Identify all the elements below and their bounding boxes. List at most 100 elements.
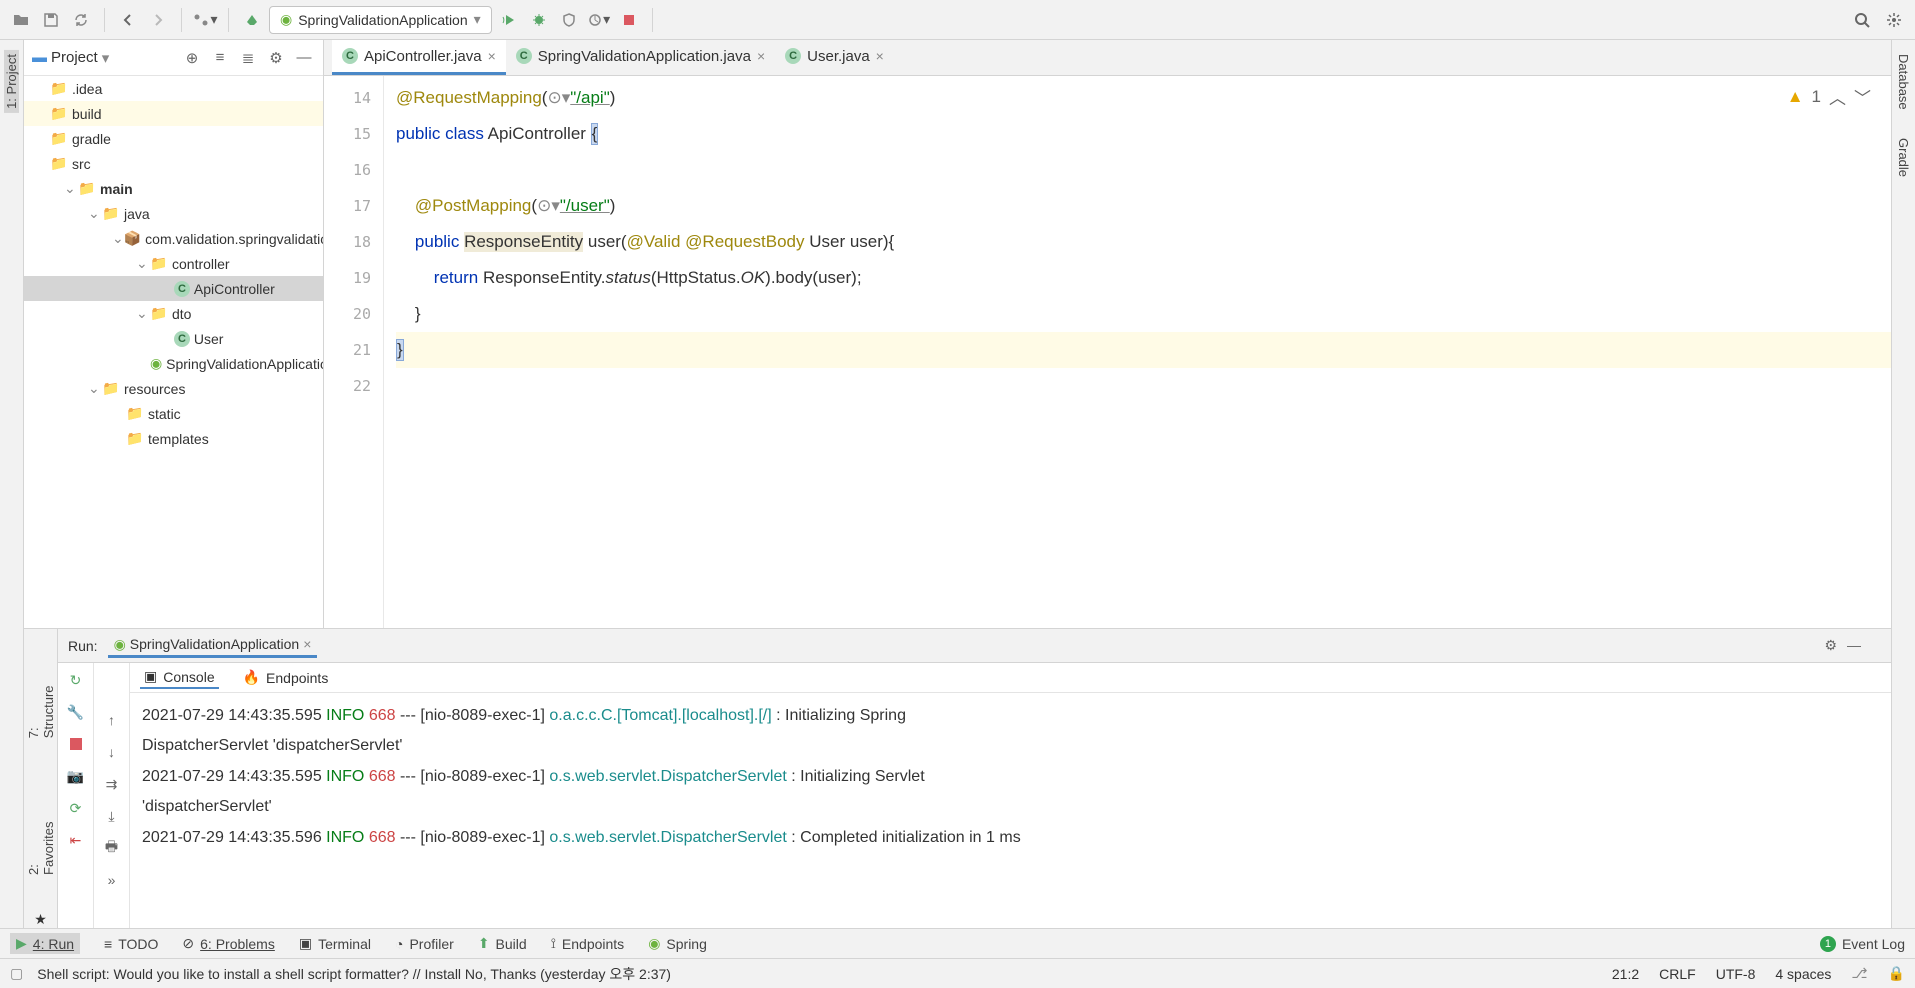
build-tool-button[interactable]: ⬆Build [478,935,527,952]
chevron-down-icon[interactable]: ▾ [102,49,110,67]
left-tool-strip-lower: 7: Structure 2: Favorites ★ [24,629,58,928]
back-icon[interactable] [115,7,141,33]
gradle-tool-button[interactable]: Gradle [1896,134,1911,181]
close-icon[interactable]: × [488,48,496,64]
sync-icon[interactable] [68,7,94,33]
indent-label[interactable]: 4 spaces [1775,966,1831,982]
locate-icon[interactable]: ⊕ [181,47,203,69]
line-number: 18 [324,224,383,260]
console-tab[interactable]: ▣Console [140,666,219,689]
forward-icon[interactable] [145,7,171,33]
stop-icon[interactable] [65,733,87,755]
tree-node-static[interactable]: 📁static [24,401,323,426]
close-icon[interactable]: × [303,636,311,652]
stop-icon[interactable] [616,7,642,33]
line-separator[interactable]: CRLF [1659,966,1696,982]
scroll-end-icon[interactable]: ⤓ [101,805,123,827]
file-encoding[interactable]: UTF-8 [1716,966,1756,982]
main-toolbar: ▾ ◉ SpringValidationApplication ▾ ▾ [0,0,1915,40]
up-icon[interactable]: ↑ [101,709,123,731]
run-rerun-icon[interactable] [496,7,522,33]
project-tool-button[interactable]: 1: Project [4,50,19,113]
caret-position[interactable]: 21:2 [1612,966,1639,982]
tree-node-apicontroller[interactable]: C ApiController [24,276,323,301]
more-icon[interactable]: » [101,869,123,891]
tree-node-app-class[interactable]: ◉ SpringValidationApplication [24,351,323,376]
favorites-tool-button[interactable]: 2: Favorites [26,805,56,879]
endpoints-tool-button[interactable]: ⟟Endpoints [551,935,625,952]
problems-tool-button[interactable]: ⊘6: Problems [182,935,274,952]
search-icon[interactable] [1849,7,1875,33]
restart-icon[interactable]: ⟳ [65,797,87,819]
event-log-button[interactable]: 1Event Log [1820,936,1905,952]
print-icon[interactable]: 🖶 [101,837,123,859]
run-tool-button[interactable]: ▶4: Run [10,933,80,954]
tree-node-java[interactable]: ⌄📁java [24,201,323,226]
terminal-tool-button[interactable]: ▣Terminal [299,935,371,952]
tab-user[interactable]: CUser.java× [775,40,894,75]
line-number: 19 [324,260,383,296]
run-config-selector[interactable]: ◉ SpringValidationApplication ▾ [269,6,492,34]
tree-node-dto[interactable]: ⌄📁dto [24,301,323,326]
settings-icon[interactable] [1881,7,1907,33]
line-number: 17 [324,188,383,224]
lock-icon[interactable]: 🔒 [1888,965,1905,982]
profiler-tool-button[interactable]: ◔Profiler [395,936,454,952]
editor-body[interactable]: 14 15 16 17 18 19 20 21 22 ▲1 ︿ [324,76,1891,628]
chevron-down-icon[interactable]: ﹀ [1854,84,1871,109]
camera-icon[interactable]: 📷 [65,765,87,787]
save-icon[interactable] [38,7,64,33]
rerun-icon[interactable]: ↻ [65,669,87,691]
debug-icon[interactable] [526,7,552,33]
class-icon: C [174,331,190,347]
exit-icon[interactable]: ⇤ [65,829,87,851]
bottom-tool-strip: ▶4: Run ≡TODO ⊘6: Problems ▣Terminal ◔Pr… [0,928,1915,958]
tab-springapp[interactable]: CSpringValidationApplication.java× [506,40,775,75]
hide-icon[interactable]: — [1847,637,1861,654]
console-output[interactable]: 2021-07-29 14:43:35.595 INFO 668 --- [ni… [130,693,1891,928]
status-message[interactable]: Shell script: Would you like to install … [37,964,671,984]
structure-tool-button[interactable]: 7: Structure [26,669,56,742]
project-view-label[interactable]: Project [51,49,98,66]
toolwindow-icon[interactable]: ▢ [10,965,23,982]
project-tree[interactable]: 📁.idea 📁build 📁gradle 📁src ⌄📁main ⌄📁java… [24,76,323,628]
tree-node-user[interactable]: C User [24,326,323,351]
expand-all-icon[interactable]: ≡ [209,47,231,69]
down-icon[interactable]: ↓ [101,741,123,763]
log-continuation: 'dispatcherServlet' [142,792,1879,822]
run-tab[interactable]: ◉ SpringValidationApplication × [108,634,318,658]
vcs-icon[interactable]: ▾ [192,7,218,33]
soft-wrap-icon[interactable]: ⇉ [101,773,123,795]
gear-icon[interactable]: ⚙ [265,47,287,69]
profiler-icon[interactable]: ▾ [586,7,612,33]
tree-node-templates[interactable]: 📁templates [24,426,323,451]
coverage-icon[interactable] [556,7,582,33]
close-icon[interactable]: × [757,48,765,64]
build-icon[interactable] [239,7,265,33]
todo-tool-button[interactable]: ≡TODO [104,936,158,952]
open-icon[interactable] [8,7,34,33]
tree-node-controller[interactable]: ⌄📁controller [24,251,323,276]
tree-node-package[interactable]: ⌄📦com.validation.springvalidation [24,226,323,251]
spring-tool-button[interactable]: ◉Spring [648,935,707,952]
wrench-icon[interactable]: 🔧 [65,701,87,723]
tree-node-gradle[interactable]: 📁gradle [24,126,323,151]
close-icon[interactable]: × [876,48,884,64]
chevron-up-icon[interactable]: ︿ [1829,84,1846,109]
tree-node-main[interactable]: ⌄📁main [24,176,323,201]
inspection-badge[interactable]: ▲1 ︿ ﹀ [1787,84,1871,109]
collapse-all-icon[interactable]: ≣ [237,47,259,69]
tree-node-build[interactable]: 📁build [24,101,323,126]
tree-node-idea[interactable]: 📁.idea [24,76,323,101]
database-tool-button[interactable]: Database [1896,50,1911,114]
editor-area: CApiController.java× CSpringValidationAp… [324,40,1891,628]
gear-icon[interactable]: ⚙ [1824,637,1837,654]
tab-apicontroller[interactable]: CApiController.java× [332,40,506,75]
branch-icon[interactable]: ⎇ [1851,965,1867,982]
tree-node-src[interactable]: 📁src [24,151,323,176]
code-content[interactable]: ▲1 ︿ ﹀ @RequestMapping(⊙▾"/api") public … [384,76,1891,628]
tree-node-resources[interactable]: ⌄📁resources [24,376,323,401]
hide-icon[interactable]: — [293,47,315,69]
endpoints-tab[interactable]: 🔥Endpoints [239,667,333,688]
class-icon: C [785,48,801,64]
